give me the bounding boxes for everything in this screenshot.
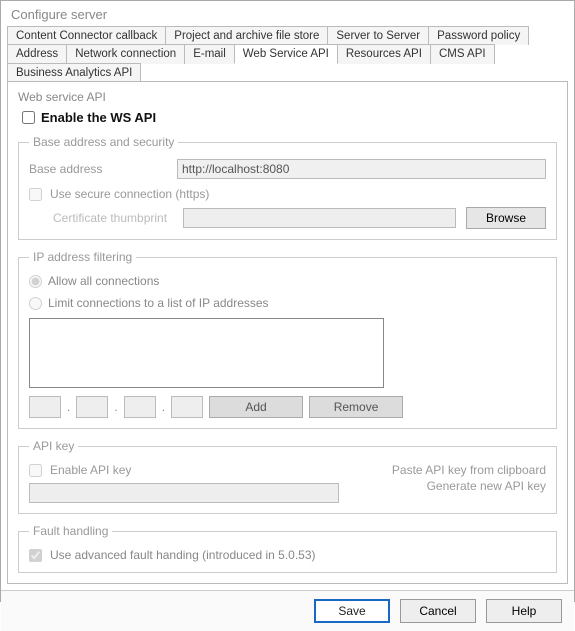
enable-ws-api-checkbox[interactable]	[22, 111, 35, 124]
tab-strip: Content Connector callback Project and a…	[1, 26, 574, 81]
allow-all-radio[interactable]	[29, 275, 42, 288]
ip-filtering-group: IP address filtering Allow all connectio…	[18, 250, 557, 429]
enable-api-key-label: Enable API key	[50, 463, 131, 477]
tab-network-connection[interactable]: Network connection	[66, 44, 185, 64]
tab-address[interactable]: Address	[7, 44, 67, 64]
tab-web-service-api[interactable]: Web Service API	[234, 44, 338, 64]
tab-content-connector[interactable]: Content Connector callback	[7, 26, 166, 45]
paste-api-key-link[interactable]: Paste API key from clipboard	[392, 463, 546, 477]
fault-handling-legend: Fault handling	[29, 524, 112, 538]
api-key-group: API key Enable API key Paste API key fro…	[18, 439, 557, 514]
generate-api-key-link[interactable]: Generate new API key	[392, 479, 546, 493]
add-ip-button[interactable]: Add	[209, 396, 303, 418]
help-button[interactable]: Help	[486, 599, 562, 623]
ip-seg-3	[124, 396, 156, 418]
advanced-fault-label: Use advanced fault handing (introduced i…	[50, 548, 316, 562]
api-key-input	[29, 483, 339, 503]
allow-all-label: Allow all connections	[48, 274, 159, 288]
tab-business-analytics-api[interactable]: Business Analytics API	[7, 63, 141, 82]
enable-api-key-checkbox[interactable]	[29, 464, 42, 477]
ip-seg-4	[171, 396, 203, 418]
cert-thumbprint-label: Certificate thumbprint	[53, 211, 173, 225]
api-key-legend: API key	[29, 439, 78, 453]
remove-ip-button[interactable]: Remove	[309, 396, 403, 418]
advanced-fault-checkbox[interactable]	[29, 549, 42, 562]
ip-seg-1	[29, 396, 61, 418]
save-button[interactable]: Save	[314, 599, 390, 623]
cert-thumbprint-input	[183, 208, 456, 228]
tab-server-to-server[interactable]: Server to Server	[327, 26, 429, 45]
use-secure-checkbox[interactable]	[29, 188, 42, 201]
enable-ws-api-label: Enable the WS API	[41, 110, 156, 125]
tab-email[interactable]: E-mail	[184, 44, 235, 64]
dialog-footer: Save Cancel Help	[1, 590, 574, 631]
use-secure-label: Use secure connection (https)	[50, 187, 209, 201]
ip-address-list[interactable]	[29, 318, 384, 388]
ip-seg-2	[76, 396, 108, 418]
tab-password-policy[interactable]: Password policy	[428, 26, 529, 45]
cancel-button[interactable]: Cancel	[400, 599, 476, 623]
fault-handling-group: Fault handling Use advanced fault handin…	[18, 524, 557, 573]
base-address-input[interactable]	[177, 159, 546, 179]
main-panel: Web service API Enable the WS API Base a…	[7, 81, 568, 584]
base-address-legend: Base address and security	[29, 135, 178, 149]
limit-label: Limit connections to a list of IP addres…	[48, 296, 269, 310]
base-address-label: Base address	[29, 162, 169, 176]
tab-resources-api[interactable]: Resources API	[337, 44, 431, 64]
browse-button[interactable]: Browse	[466, 207, 546, 229]
tab-project-archive[interactable]: Project and archive file store	[165, 26, 328, 45]
tab-cms-api[interactable]: CMS API	[430, 44, 495, 64]
base-address-group: Base address and security Base address U…	[18, 135, 557, 240]
limit-radio[interactable]	[29, 297, 42, 310]
panel-title: Web service API	[18, 90, 557, 104]
window-title: Configure server	[1, 1, 574, 26]
ip-filtering-legend: IP address filtering	[29, 250, 136, 264]
